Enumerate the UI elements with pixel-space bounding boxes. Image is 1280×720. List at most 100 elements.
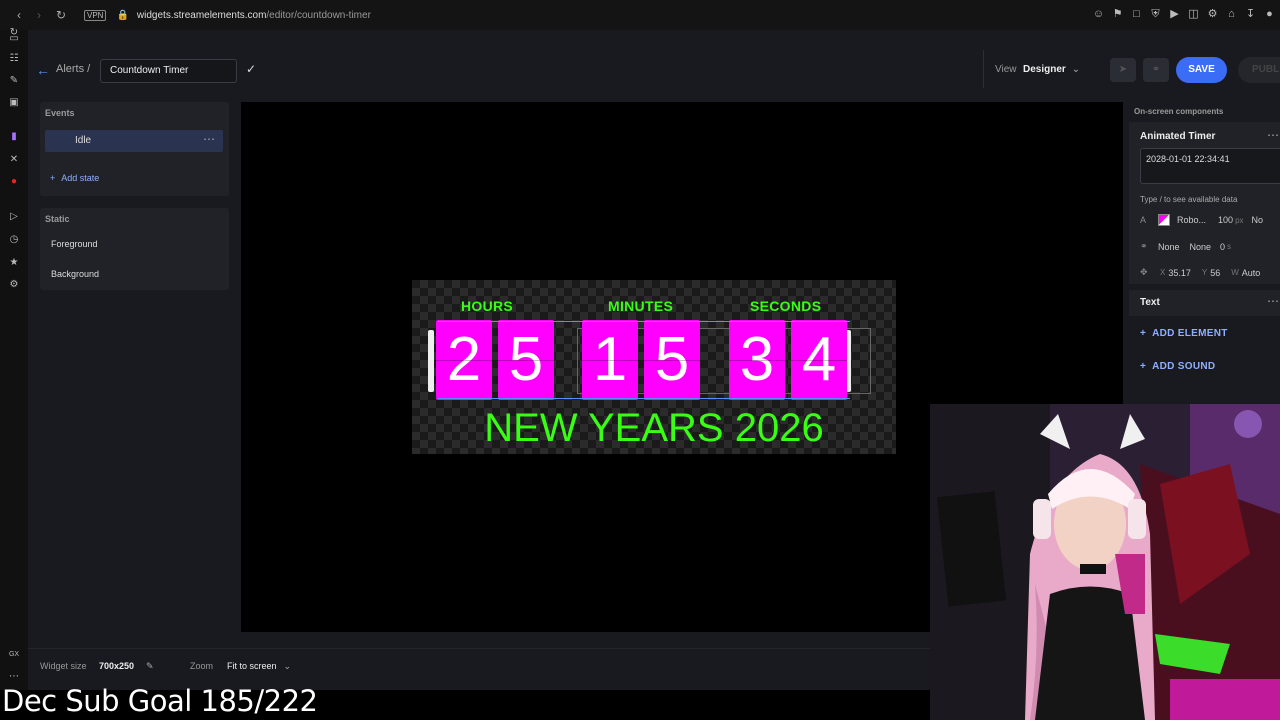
url-domain: widgets.streamelements.com <box>136 9 267 21</box>
add-state-label: Add state <box>61 173 100 183</box>
address-bar[interactable]: widgets.streamelements.com/editor/countd… <box>137 10 371 21</box>
player-icon[interactable]: ▷ <box>7 210 21 224</box>
zoom-value: Fit to screen <box>227 661 277 671</box>
pin-icon[interactable]: ⚑ <box>1111 8 1124 21</box>
seconds-digit-2: 4 <box>791 320 847 400</box>
component-title: Text <box>1140 297 1160 308</box>
font-name[interactable]: Robo... <box>1177 215 1206 225</box>
share-button[interactable]: ➤ <box>1110 58 1136 82</box>
state-item-idle[interactable]: Idle ⋯ <box>45 130 223 152</box>
settings-icon[interactable]: ⚙ <box>7 278 21 292</box>
emoji-icon[interactable]: ☺ <box>1092 8 1105 21</box>
add-sound-button[interactable]: + ADD SOUND <box>1140 361 1221 372</box>
vpn-badge[interactable]: VPN <box>84 9 107 21</box>
events-heading: Events <box>45 108 75 118</box>
shield-icon[interactable]: ⛨ <box>1149 8 1162 21</box>
countdown-widget-preview[interactable]: HOURS MINUTES SECONDS 2 5 1 5 3 4 NEW YE… <box>412 280 896 454</box>
position-row[interactable]: ✥ X 35.17 Y 56 W Auto <box>1140 267 1260 278</box>
widget-name-input[interactable]: Countdown Timer <box>100 59 237 83</box>
chevron-down-icon: ⌄ <box>1071 64 1081 75</box>
add-element-label: ADD ELEMENT <box>1152 328 1228 339</box>
breadcrumb[interactable]: Alerts / <box>56 63 90 75</box>
more-options-icon[interactable]: ⋯ <box>1267 128 1279 142</box>
static-panel: Static Foreground Background <box>40 208 229 290</box>
extension-icons: ☺ ⚑ □ ⛨ ▶ ◫ ⚙ ⌂ ↧ ● <box>1092 8 1276 21</box>
position-y[interactable]: 56 <box>1210 268 1220 278</box>
publish-button[interactable]: PUBL <box>1238 57 1280 83</box>
plus-icon: + <box>1140 328 1147 339</box>
reader-icon[interactable]: ☷ <box>7 52 21 66</box>
save-button[interactable]: SAVE <box>1176 57 1227 83</box>
url-path: /editor/countdown-timer <box>266 9 371 21</box>
more-icon[interactable]: ⋯ <box>7 670 21 684</box>
profile-icon[interactable]: ● <box>1263 8 1276 21</box>
link-icon: ⚭ <box>1140 241 1148 251</box>
twitch-icon[interactable]: ▮ <box>7 130 21 144</box>
gx-icon[interactable]: GX <box>7 648 21 662</box>
animation-in[interactable]: None <box>1158 242 1180 252</box>
back-icon[interactable]: ‹ <box>10 6 28 24</box>
font-extra[interactable]: No <box>1252 215 1264 225</box>
home-icon[interactable]: ⌂ <box>1225 8 1238 21</box>
lock-icon[interactable]: 🔒 <box>116 10 128 21</box>
add-sound-label: ADD SOUND <box>1152 361 1216 372</box>
animation-out[interactable]: None <box>1190 242 1212 252</box>
add-state-button[interactable]: + Add state <box>50 173 105 183</box>
crop-icon[interactable]: □ <box>1130 8 1143 21</box>
chevron-down-icon: ⌄ <box>283 661 292 671</box>
history-icon[interactable]: ↻ <box>7 26 21 40</box>
play-icon[interactable]: ▶ <box>1168 8 1181 21</box>
static-item-foreground[interactable]: Foreground <box>51 239 98 249</box>
w-label: W <box>1231 268 1239 277</box>
forward-icon[interactable]: › <box>30 6 48 24</box>
font-size[interactable]: 100 <box>1218 215 1233 225</box>
back-arrow-icon[interactable]: ← <box>36 62 50 78</box>
minutes-label: MINUTES <box>608 298 674 314</box>
notes-icon[interactable]: ✎ <box>7 74 21 88</box>
bookmark-icon[interactable]: ◫ <box>1187 8 1200 21</box>
divider <box>983 50 984 88</box>
zoom-label: Zoom <box>190 661 214 671</box>
view-mode-select[interactable]: Designer ⌄ <box>1023 64 1080 75</box>
selection-line <box>438 398 850 399</box>
font-row[interactable]: A Robo... 100 px No <box>1140 214 1263 226</box>
more-options-icon[interactable]: ⋯ <box>203 132 215 146</box>
y-label: Y <box>1201 268 1208 277</box>
data-hint: Type / to see available data <box>1140 195 1238 204</box>
hours-digit-1: 2 <box>436 320 492 400</box>
media-icon[interactable]: ▣ <box>7 96 21 110</box>
widget-size-value[interactable]: 700x250 <box>99 661 134 671</box>
zoom-select[interactable]: Fit to screen ⌄ <box>227 661 291 672</box>
more-options-icon[interactable]: ⋯ <box>1267 294 1279 308</box>
components-heading: On-screen components <box>1134 107 1224 116</box>
position-x[interactable]: 35.17 <box>1168 268 1191 278</box>
edit-size-icon[interactable]: ✎ <box>146 661 154 672</box>
download-icon[interactable]: ↧ <box>1244 8 1257 21</box>
add-element-button[interactable]: + ADD ELEMENT <box>1140 328 1234 339</box>
animation-duration[interactable]: 0 <box>1220 242 1225 252</box>
x-icon[interactable]: ✕ <box>7 153 21 167</box>
static-item-background[interactable]: Background <box>51 269 99 279</box>
hours-digit-2: 5 <box>498 320 554 400</box>
event-title[interactable]: NEW YEARS 2026 <box>412 406 896 451</box>
youtube-icon[interactable]: ● <box>7 175 21 189</box>
browser-toolbar: ‹ › ↻ VPN 🔒 widgets.streamelements.com/e… <box>0 0 1280 30</box>
target-date-input[interactable]: 2028-01-01 22:34:41 <box>1140 148 1280 184</box>
color-swatch[interactable] <box>1158 214 1170 226</box>
view-mode-value: Designer <box>1023 64 1066 75</box>
component-animated-timer[interactable]: Animated Timer ⋯ 2028-01-01 22:34:41 Typ… <box>1129 122 1280 284</box>
view-label: View <box>995 64 1017 75</box>
streamer-camera-image <box>930 404 1280 720</box>
puzzle-icon[interactable]: ⚙ <box>1206 8 1219 21</box>
hours-label: HOURS <box>461 298 514 314</box>
width-value[interactable]: Auto <box>1242 268 1261 278</box>
link-button[interactable]: ⚭ <box>1143 58 1169 82</box>
extensions-icon[interactable]: ★ <box>7 256 21 270</box>
clock-icon[interactable]: ◷ <box>7 233 21 247</box>
x-label: X <box>1160 268 1166 277</box>
animation-row[interactable]: ⚭ None None 0 s <box>1140 241 1231 252</box>
confirm-check-icon[interactable]: ✓ <box>246 62 256 76</box>
reload-icon[interactable]: ↻ <box>52 6 70 24</box>
widget-size-label: Widget size <box>40 661 87 671</box>
component-text[interactable]: Text ⋯ <box>1129 290 1280 316</box>
